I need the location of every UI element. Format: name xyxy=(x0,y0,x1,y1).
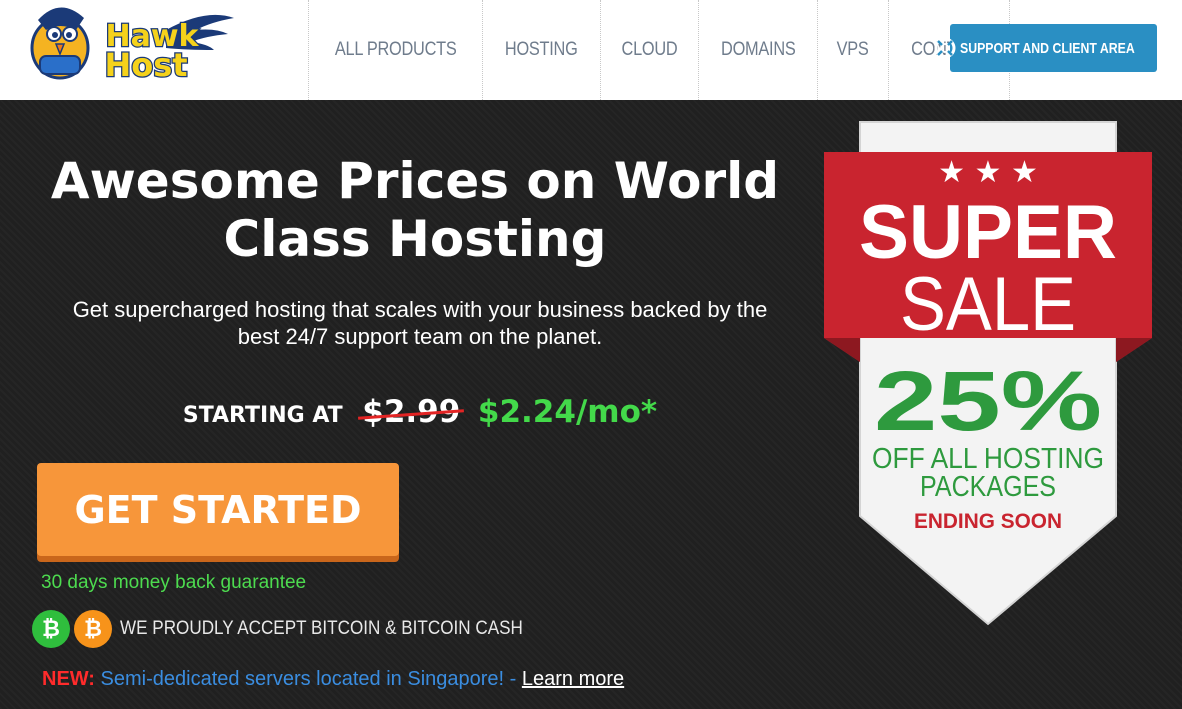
svg-text:Host: Host xyxy=(104,46,187,84)
nav-hosting[interactable]: HOSTING xyxy=(482,0,599,100)
bitcoin-cash-icon: ₿ xyxy=(32,610,70,648)
nav-domains[interactable]: DOMAINS xyxy=(697,0,818,100)
news-tag: NEW: xyxy=(42,668,95,690)
get-started-button[interactable]: GET STARTED xyxy=(37,463,399,556)
nav-vps[interactable]: VPS xyxy=(817,0,887,100)
super-sale-badge[interactable]: ★ ★ ★ SUPER SALE 25% OFF ALL HOSTING PAC… xyxy=(822,120,1158,628)
new-price: $2.24/mo* xyxy=(477,394,658,430)
hero-section: Awesome Prices on World Class Hosting Ge… xyxy=(0,100,1182,709)
crypto-acceptance: ₿ ₿ WE PROUDLY ACCEPT BITCOIN & BITCOIN … xyxy=(32,610,568,648)
sale-label: SALE xyxy=(900,262,1076,347)
bitcoin-icon: ₿ xyxy=(74,610,112,648)
packages-label: PACKAGES xyxy=(920,471,1056,503)
price-row: STARTING AT $2.99 $2.24/mo* xyxy=(0,394,840,430)
nav-cloud[interactable]: CLOUD xyxy=(599,0,698,100)
support-client-area-button[interactable]: SUPPORT AND CLIENT AREA xyxy=(934,24,1157,72)
discount-percent: 25% xyxy=(874,354,1102,448)
news-message: Semi-dedicated servers located in Singap… xyxy=(100,668,517,690)
hawk-mascot-icon: Hawk Host xyxy=(30,7,234,85)
nav-all-products[interactable]: ALL PRODUCTS xyxy=(308,0,482,100)
learn-more-link[interactable]: Learn more xyxy=(522,668,624,690)
ending-soon-label: ENDING SOON xyxy=(914,510,1062,533)
crypto-text: WE PROUDLY ACCEPT BITCOIN & BITCOIN CASH xyxy=(120,618,523,639)
money-back-guarantee: 30 days money back guarantee xyxy=(41,572,307,593)
lifebuoy-icon xyxy=(934,37,956,59)
main-nav: ALL PRODUCTS HOSTING CLOUD DOMAINS VPS C… xyxy=(308,0,1010,100)
old-price: $2.99 xyxy=(362,394,461,430)
starting-at-label: STARTING AT xyxy=(182,403,343,428)
stars-icon: ★ ★ ★ xyxy=(938,155,1038,190)
support-button-label: SUPPORT AND CLIENT AREA xyxy=(959,39,1135,57)
hero-subline: Get supercharged hosting that scales wit… xyxy=(72,297,768,349)
hawkhost-logo[interactable]: Hawk Host xyxy=(16,0,236,90)
site-header: Hawk Host ALL PRODUCTS HOSTING CLOUD DOM… xyxy=(0,0,1182,100)
hero-headline: Awesome Prices on World Class Hosting xyxy=(50,152,780,268)
news-announcement: NEW: Semi-dedicated servers located in S… xyxy=(42,668,624,691)
